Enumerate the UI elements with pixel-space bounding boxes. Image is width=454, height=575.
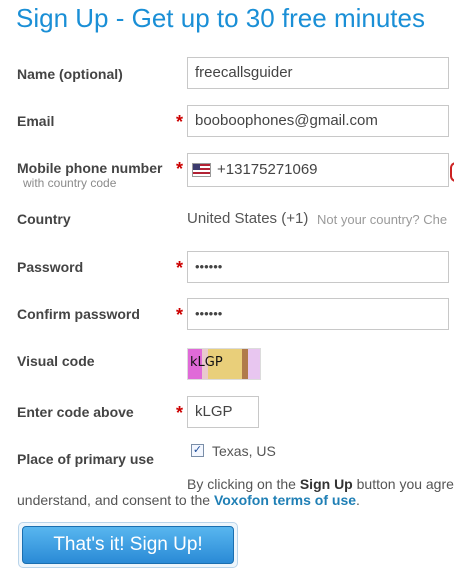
terms-line-2: understand, and consent to the Voxofon t…	[17, 492, 360, 508]
confirm-password-input[interactable]: ••••••	[187, 298, 449, 330]
email-required-marker: *	[176, 112, 184, 132]
country-value: United States (+1)	[187, 210, 309, 227]
terms-prefix: By clicking on the	[187, 476, 296, 492]
primary-use-checkbox[interactable]: ✓	[191, 444, 204, 457]
password-required-marker: *	[176, 258, 184, 278]
terms-line-1: By clicking on the Sign Up button you ag…	[187, 476, 454, 492]
change-country-link[interactable]: Not your country? Che	[317, 212, 447, 227]
terms-suffix: button you agre	[356, 476, 454, 492]
terms-of-use-link[interactable]: Voxofon terms of use	[214, 492, 356, 508]
validation-indicator	[450, 162, 454, 182]
mobile-sublabel: with country code	[23, 176, 117, 190]
visual-code-label: Visual code	[17, 353, 95, 369]
terms-period: .	[356, 492, 360, 508]
primary-use-label: Place of primary use	[17, 451, 154, 467]
mobile-input[interactable]: +13175271069	[187, 153, 449, 187]
primary-use-value: Texas, US	[212, 443, 276, 459]
terms-consent-text: understand, and consent to the	[17, 492, 211, 508]
enter-code-required-marker: *	[176, 403, 184, 423]
mobile-required-marker: *	[176, 159, 184, 179]
password-input[interactable]: ••••••	[187, 251, 449, 283]
name-input[interactable]: freecallsguider	[187, 57, 449, 89]
us-flag-icon[interactable]	[192, 163, 211, 177]
country-label: Country	[17, 211, 71, 227]
terms-signup-word: Sign Up	[299, 476, 353, 492]
captcha-input[interactable]: kLGP	[187, 396, 259, 428]
password-label: Password	[17, 259, 84, 275]
signup-button[interactable]: That's it! Sign Up!	[22, 526, 234, 564]
captcha-text: kLGP	[190, 355, 223, 370]
mobile-label: Mobile phone number	[17, 160, 163, 176]
confirm-password-required-marker: *	[176, 305, 184, 325]
confirm-password-label: Confirm password	[17, 306, 140, 322]
email-label: Email	[17, 113, 55, 129]
page-title: Sign Up - Get up to 30 free minutes	[16, 3, 425, 33]
name-label: Name (optional)	[17, 66, 123, 82]
captcha-image: kLGP	[187, 348, 261, 380]
enter-code-label: Enter code above	[17, 404, 134, 420]
email-input[interactable]: booboophones@gmail.com	[187, 105, 449, 137]
